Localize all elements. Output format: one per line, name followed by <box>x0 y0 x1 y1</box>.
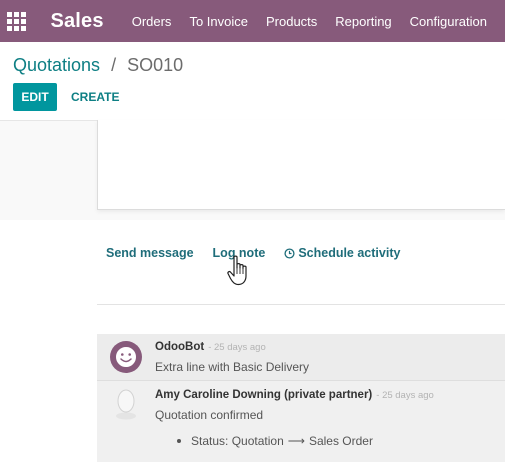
arrow-right-icon: ⟶ <box>287 434 305 448</box>
breadcrumb-current: SO010 <box>127 55 184 75</box>
menu-item-configuration[interactable]: Configuration <box>410 14 487 29</box>
form-sheet <box>97 120 505 210</box>
create-button[interactable]: CREATE <box>71 83 119 111</box>
breadcrumb-separator: / <box>111 55 117 75</box>
default-user-icon <box>116 389 136 420</box>
app-brand[interactable]: Sales <box>50 10 103 33</box>
tracking-new-value: Sales Order <box>308 434 373 448</box>
tracking-value: Status: Quotation ⟶ Sales Order <box>177 434 373 448</box>
message-date: - 25 days ago <box>376 390 434 401</box>
menu-item-to-invoice[interactable]: To Invoice <box>189 14 248 29</box>
message-body: Extra line with Basic Delivery <box>155 360 310 374</box>
schedule-activity-label: Schedule activity <box>298 246 401 260</box>
send-message-button[interactable]: Send message <box>106 246 194 260</box>
main-menu: Orders To Invoice Products Reporting Con… <box>132 14 505 29</box>
menu-item-orders[interactable]: Orders <box>132 14 172 29</box>
menu-item-products[interactable]: Products <box>266 14 317 29</box>
chatter-divider <box>97 304 505 305</box>
schedule-activity-button[interactable]: Schedule activity <box>284 246 400 260</box>
chatter-topbar: Send message Log note Schedule activity <box>106 246 400 260</box>
bullet-icon <box>177 439 181 443</box>
message-author-name[interactable]: Amy Caroline Downing (private partner) <box>155 389 372 401</box>
clock-icon <box>284 247 295 259</box>
apps-grid-icon[interactable] <box>0 0 32 42</box>
message-item: OdooBot - 25 days ago Extra line with Bas… <box>97 334 505 381</box>
edit-button[interactable]: EDIT <box>13 83 57 111</box>
message-date: - 25 days ago <box>208 342 266 353</box>
hand-cursor-icon <box>227 255 247 286</box>
tracking-old-value: Quotation <box>231 434 284 448</box>
message-author-name[interactable]: OdooBot <box>155 341 204 353</box>
message-item: Amy Caroline Downing (private partner) - … <box>97 381 505 462</box>
tracking-field: Status: <box>191 434 229 448</box>
message-body: Quotation confirmed <box>155 408 264 422</box>
breadcrumb: Quotations / SO010 <box>13 55 183 76</box>
breadcrumb-parent-link[interactable]: Quotations <box>13 55 100 75</box>
odoobot-smiley-icon <box>110 341 142 373</box>
menu-item-reporting[interactable]: Reporting <box>335 14 391 29</box>
message-author[interactable]: Amy Caroline Downing (private partner) - … <box>155 389 434 401</box>
top-navbar: Sales Orders To Invoice Products Reporti… <box>0 0 505 42</box>
message-author[interactable]: OdooBot - 25 days ago <box>155 341 266 353</box>
message-thread: OdooBot - 25 days ago Extra line with Bas… <box>97 334 505 462</box>
